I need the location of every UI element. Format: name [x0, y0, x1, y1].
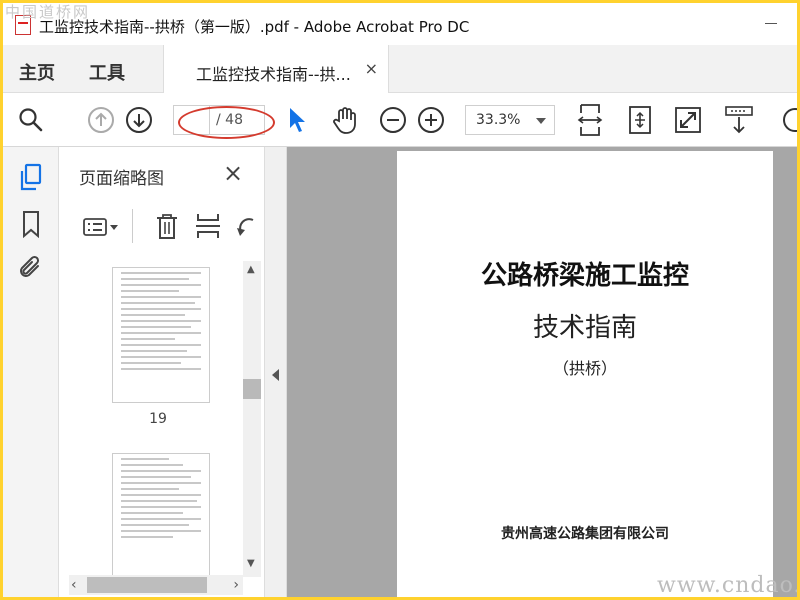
title-bar: 中国道桥网 工监控技术指南--拱桥（第一版）.pdf - Adobe Acrob… [3, 3, 797, 45]
panel-title: 页面缩略图 [79, 169, 164, 189]
thumbnail-label: 19 [149, 411, 167, 427]
search-icon[interactable] [17, 106, 45, 134]
scroll-mode-icon[interactable] [723, 103, 755, 137]
chevron-up-icon[interactable]: ▲ [247, 265, 257, 275]
page-number-input[interactable] [174, 106, 210, 134]
close-icon[interactable]: × [223, 159, 243, 187]
document-view[interactable]: 公路桥梁施工监控 技术指南 （拱桥） 贵州高速公路集团有限公司 [287, 147, 797, 597]
trash-icon[interactable] [153, 211, 181, 241]
comment-icon[interactable] [775, 106, 797, 134]
scrollbar-thumb[interactable] [243, 379, 261, 399]
window-title: 工监控技术指南--拱桥（第一版）.pdf - Adobe Acrobat Pro… [39, 18, 470, 36]
document-note: （拱桥） [552, 359, 617, 378]
collapse-arrow-icon[interactable] [272, 369, 279, 381]
chevron-down-icon[interactable]: ▼ [247, 559, 257, 569]
scrollbar-thumb[interactable] [87, 577, 207, 593]
thumbnail-list: 19 [69, 259, 247, 577]
page-thumbnail[interactable] [112, 453, 210, 577]
page-thumbnails-icon[interactable] [17, 163, 45, 193]
tab-bar: 主页 工具 工监控技术指南--拱... × [3, 45, 797, 93]
select-tool-icon[interactable] [285, 105, 309, 135]
tab-home[interactable]: 主页 [19, 59, 55, 85]
tab-close-button[interactable]: × [365, 59, 378, 78]
next-page-icon[interactable] [125, 106, 153, 134]
zoom-value: 33.3% [476, 112, 521, 128]
page-navigator: / 48 [173, 105, 265, 135]
hand-tool-icon[interactable] [329, 104, 361, 136]
extract-pages-icon[interactable] [193, 211, 223, 241]
thumbnails-panel: 页面缩略图 × 19 ▲ ▼ ‹ › [59, 147, 265, 597]
main-toolbar: / 48 33.3% [3, 93, 797, 147]
chevron-right-icon[interactable]: › [233, 577, 239, 593]
left-rail [3, 147, 59, 597]
fit-width-icon[interactable] [575, 103, 605, 137]
chevron-down-icon [536, 118, 546, 124]
thumbnail-horizontal-scrollbar[interactable]: ‹ › [69, 575, 243, 595]
attachment-icon[interactable] [17, 253, 45, 283]
fit-page-icon[interactable] [625, 104, 655, 136]
panel-collapse-gutter[interactable] [265, 147, 287, 597]
zoom-in-icon[interactable] [417, 106, 445, 134]
minimize-button[interactable] [765, 23, 777, 24]
rotate-icon[interactable] [235, 211, 257, 241]
zoom-out-icon[interactable] [379, 106, 407, 134]
tab-document[interactable]: 工监控技术指南--拱... × [163, 45, 389, 93]
pdf-page: 公路桥梁施工监控 技术指南 （拱桥） 贵州高速公路集团有限公司 [397, 151, 773, 597]
bookmark-icon[interactable] [19, 209, 43, 239]
thumbnail-options-icon[interactable] [81, 213, 121, 241]
divider [132, 209, 133, 243]
panel-toolbar [59, 203, 265, 251]
page-total: / 48 [216, 112, 243, 128]
zoom-select[interactable]: 33.3% [465, 105, 555, 135]
document-organization: 贵州高速公路集团有限公司 [501, 526, 669, 542]
page-thumbnail[interactable] [112, 267, 210, 403]
previous-page-icon[interactable] [87, 106, 115, 134]
thumbnail-vertical-scrollbar[interactable]: ▲ ▼ [243, 261, 261, 577]
tab-document-label: 工监控技术指南--拱... [196, 65, 351, 84]
document-title: 公路桥梁施工监控 [480, 261, 689, 291]
document-subtitle: 技术指南 [532, 313, 637, 343]
tab-tools[interactable]: 工具 [89, 59, 125, 85]
full-screen-icon[interactable] [673, 104, 703, 136]
app-window: 中国道桥网 工监控技术指南--拱桥（第一版）.pdf - Adobe Acrob… [0, 0, 800, 600]
chevron-left-icon[interactable]: ‹ [71, 577, 77, 593]
watermark-bottom: www.cndao.cc [657, 573, 797, 598]
